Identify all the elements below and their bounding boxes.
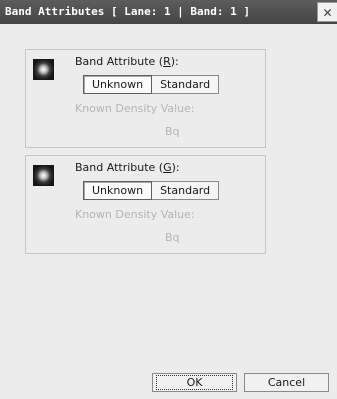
unit-label-r: Bq [165,125,180,138]
band-attribute-g-segmented: Unknown Standard [83,181,220,200]
band-attribute-r-label: Band Attribute (R): [75,55,179,68]
window-title: Band Attributes [ Lane: 1 | Band: 1 ] [5,5,251,18]
unit-label-g: Bq [165,231,180,244]
band-swatch-g [33,165,54,186]
standard-r-button[interactable]: Standard [152,75,220,94]
unknown-r-button[interactable]: Unknown [83,75,153,94]
unknown-g-button[interactable]: Unknown [83,181,153,200]
band-attribute-g-label: Band Attribute (G): [75,161,180,174]
cancel-button[interactable]: Cancel [244,373,329,392]
band-attribute-r-group: Band Attribute (R): Unknown Standard Kno… [25,49,266,148]
standard-g-button[interactable]: Standard [152,181,220,200]
title-bar: Band Attributes [ Lane: 1 | Band: 1 ] ✕ [0,0,337,24]
band-attribute-r-segmented: Unknown Standard [83,75,220,94]
close-icon[interactable]: ✕ [317,2,337,22]
known-density-label-g: Known Density Value: [75,208,195,221]
band-swatch-r [33,59,54,80]
mnemonic-g: G [163,161,172,174]
mnemonic-r: R [163,55,171,68]
ok-button[interactable]: OK [152,373,237,392]
band-attribute-g-group: Band Attribute (G): Unknown Standard Kno… [25,155,266,254]
known-density-label-r: Known Density Value: [75,102,195,115]
